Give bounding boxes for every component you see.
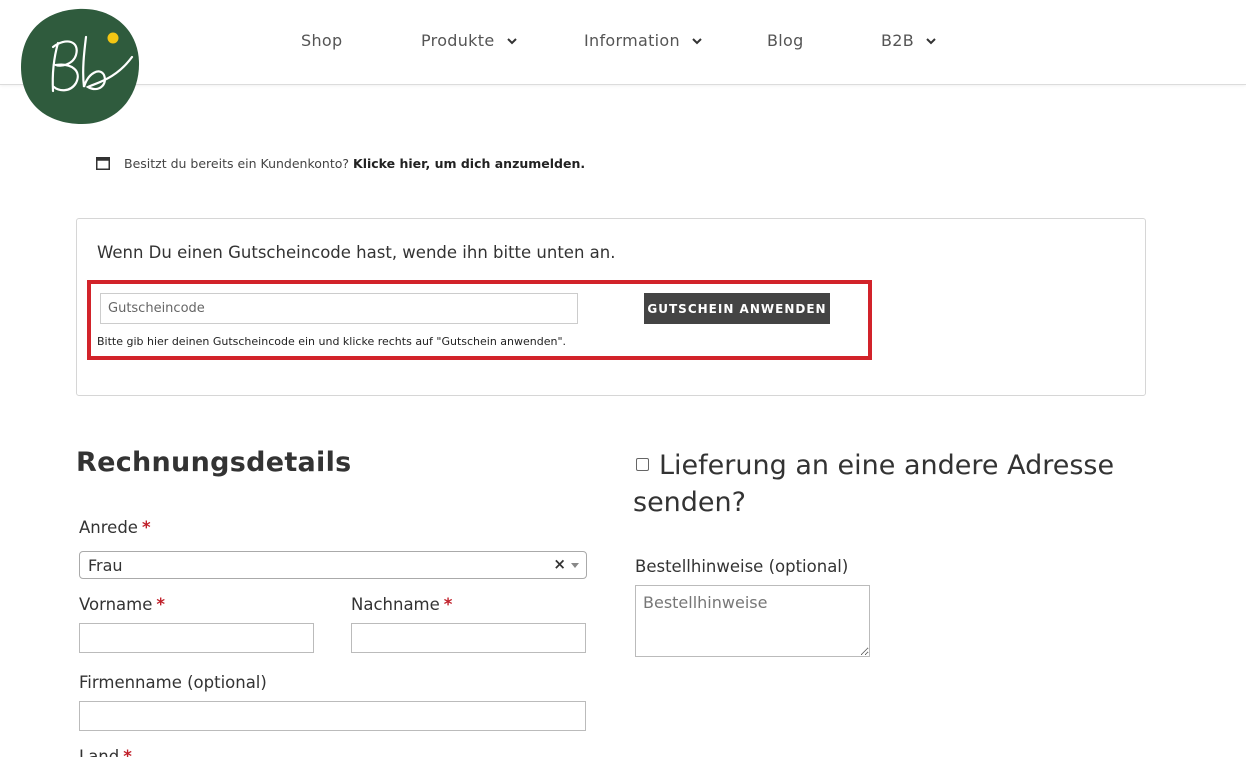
land-label: Land * bbox=[79, 747, 132, 757]
anrede-label: Anrede * bbox=[79, 518, 151, 537]
anrede-select[interactable]: Frau × bbox=[79, 551, 587, 579]
required-mark: * bbox=[443, 595, 453, 614]
nav-item-label: Produkte bbox=[421, 31, 495, 50]
dropdown-arrow-icon[interactable] bbox=[571, 563, 579, 568]
coupon-code-input[interactable] bbox=[100, 293, 578, 324]
anrede-selected-value: Frau bbox=[88, 556, 123, 575]
chevron-down-icon bbox=[926, 38, 937, 45]
anrede-label-text: Anrede bbox=[79, 518, 138, 537]
nachname-label-text: Nachname bbox=[351, 595, 440, 614]
vorname-input[interactable] bbox=[79, 623, 314, 653]
nav-item-b2b[interactable]: B2B bbox=[881, 31, 937, 50]
site-logo[interactable] bbox=[20, 7, 140, 125]
ship-different-address-checkbox[interactable] bbox=[636, 458, 649, 471]
coupon-hint: Bitte gib hier deinen Gutscheincode ein … bbox=[97, 335, 567, 348]
site-header: Shop Produkte Information Blog B2B bbox=[0, 0, 1246, 85]
coupon-box: Wenn Du einen Gutscheincode hast, wende … bbox=[76, 218, 1146, 396]
required-mark: * bbox=[156, 595, 166, 614]
nachname-input[interactable] bbox=[351, 623, 586, 653]
chevron-down-icon bbox=[507, 38, 517, 45]
nav-item-label: B2B bbox=[881, 31, 915, 50]
clear-selection-icon[interactable]: × bbox=[553, 555, 566, 573]
required-mark: * bbox=[141, 518, 151, 537]
billing-title: Rechnungsdetails bbox=[76, 447, 352, 478]
land-label-text: Land bbox=[79, 747, 120, 757]
login-notice: Besitzt du bereits ein Kundenkonto? Klic… bbox=[96, 156, 585, 171]
logo-mark bbox=[21, 8, 140, 124]
window-icon bbox=[96, 157, 110, 170]
vorname-label: Vorname * bbox=[79, 595, 165, 614]
nav-item-shop[interactable]: Shop bbox=[301, 31, 342, 50]
login-notice-text: Besitzt du bereits ein Kundenkonto? bbox=[124, 156, 350, 171]
chevron-down-icon bbox=[692, 38, 703, 45]
nav-item-blog[interactable]: Blog bbox=[767, 31, 804, 50]
nav-item-information[interactable]: Information bbox=[584, 31, 703, 50]
apply-coupon-button[interactable]: GUTSCHEIN ANWENDEN bbox=[644, 293, 830, 324]
login-link[interactable]: Klicke hier, um dich anzumelden. bbox=[353, 156, 585, 171]
required-mark: * bbox=[123, 747, 132, 757]
order-notes-label: Bestellhinweise (optional) bbox=[635, 557, 849, 576]
nav-item-produkte[interactable]: Produkte bbox=[421, 31, 517, 50]
firma-input[interactable] bbox=[79, 701, 586, 731]
nav-item-label: Blog bbox=[767, 31, 804, 50]
coupon-title: Wenn Du einen Gutscheincode hast, wende … bbox=[97, 243, 616, 262]
nav-item-label: Information bbox=[584, 31, 680, 50]
nav-item-label: Shop bbox=[301, 31, 343, 50]
nachname-label: Nachname * bbox=[351, 595, 452, 614]
ship-to-different-address: Lieferung an eine andere Adresse senden? bbox=[633, 447, 1153, 521]
main-navigation: Shop Produkte Information Blog B2B bbox=[0, 0, 1246, 85]
ship-title-text: Lieferung an eine andere Adresse senden? bbox=[633, 450, 1115, 518]
order-notes-textarea[interactable] bbox=[635, 585, 870, 657]
vorname-label-text: Vorname bbox=[79, 595, 153, 614]
firma-label: Firmenname (optional) bbox=[79, 673, 267, 692]
